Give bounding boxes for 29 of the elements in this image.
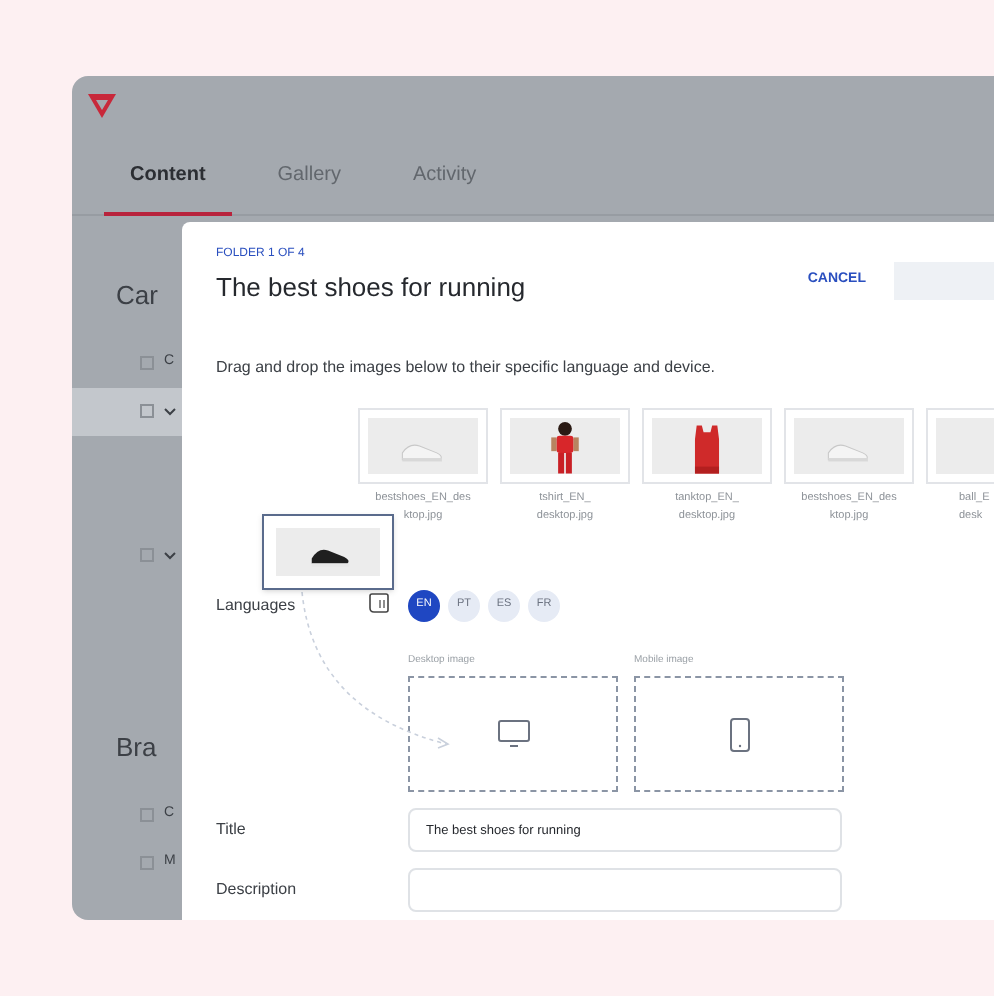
image-thumbnail[interactable] <box>784 407 914 483</box>
text-field[interactable] <box>408 868 842 912</box>
monitor-icon <box>497 720 529 748</box>
instruction-text: Drag and drop the images below to their specific language and device. <box>214 355 717 379</box>
modal-title: The best shoes for running <box>216 270 526 306</box>
field-label: Description <box>216 878 299 902</box>
image-thumbnail[interactable] <box>500 407 630 483</box>
tab[interactable]: Content <box>104 136 232 216</box>
languages-label: Languages <box>216 593 298 617</box>
section-title: Bra <box>116 729 159 765</box>
chevron-icon <box>164 551 176 559</box>
dragged-thumbnail[interactable] <box>262 514 394 590</box>
tab[interactable]: Gallery <box>251 136 367 216</box>
drop-zone[interactable] <box>634 676 844 792</box>
group-row[interactable] <box>72 387 182 435</box>
image-thumbnail[interactable] <box>358 407 488 483</box>
field-label: Title <box>216 818 248 842</box>
chevron-icon <box>164 407 176 415</box>
image-thumbnail[interactable] <box>642 407 772 483</box>
drop-zone[interactable] <box>408 676 618 792</box>
checkbox[interactable] <box>140 404 154 418</box>
checkbox[interactable] <box>140 807 154 821</box>
logo-icon <box>88 94 116 118</box>
phone-icon <box>729 717 749 751</box>
section-title: Car <box>116 278 160 314</box>
checkbox[interactable] <box>140 855 154 869</box>
checkbox[interactable] <box>140 548 154 562</box>
checkbox[interactable] <box>140 356 154 370</box>
tab[interactable]: Activity <box>386 136 503 216</box>
